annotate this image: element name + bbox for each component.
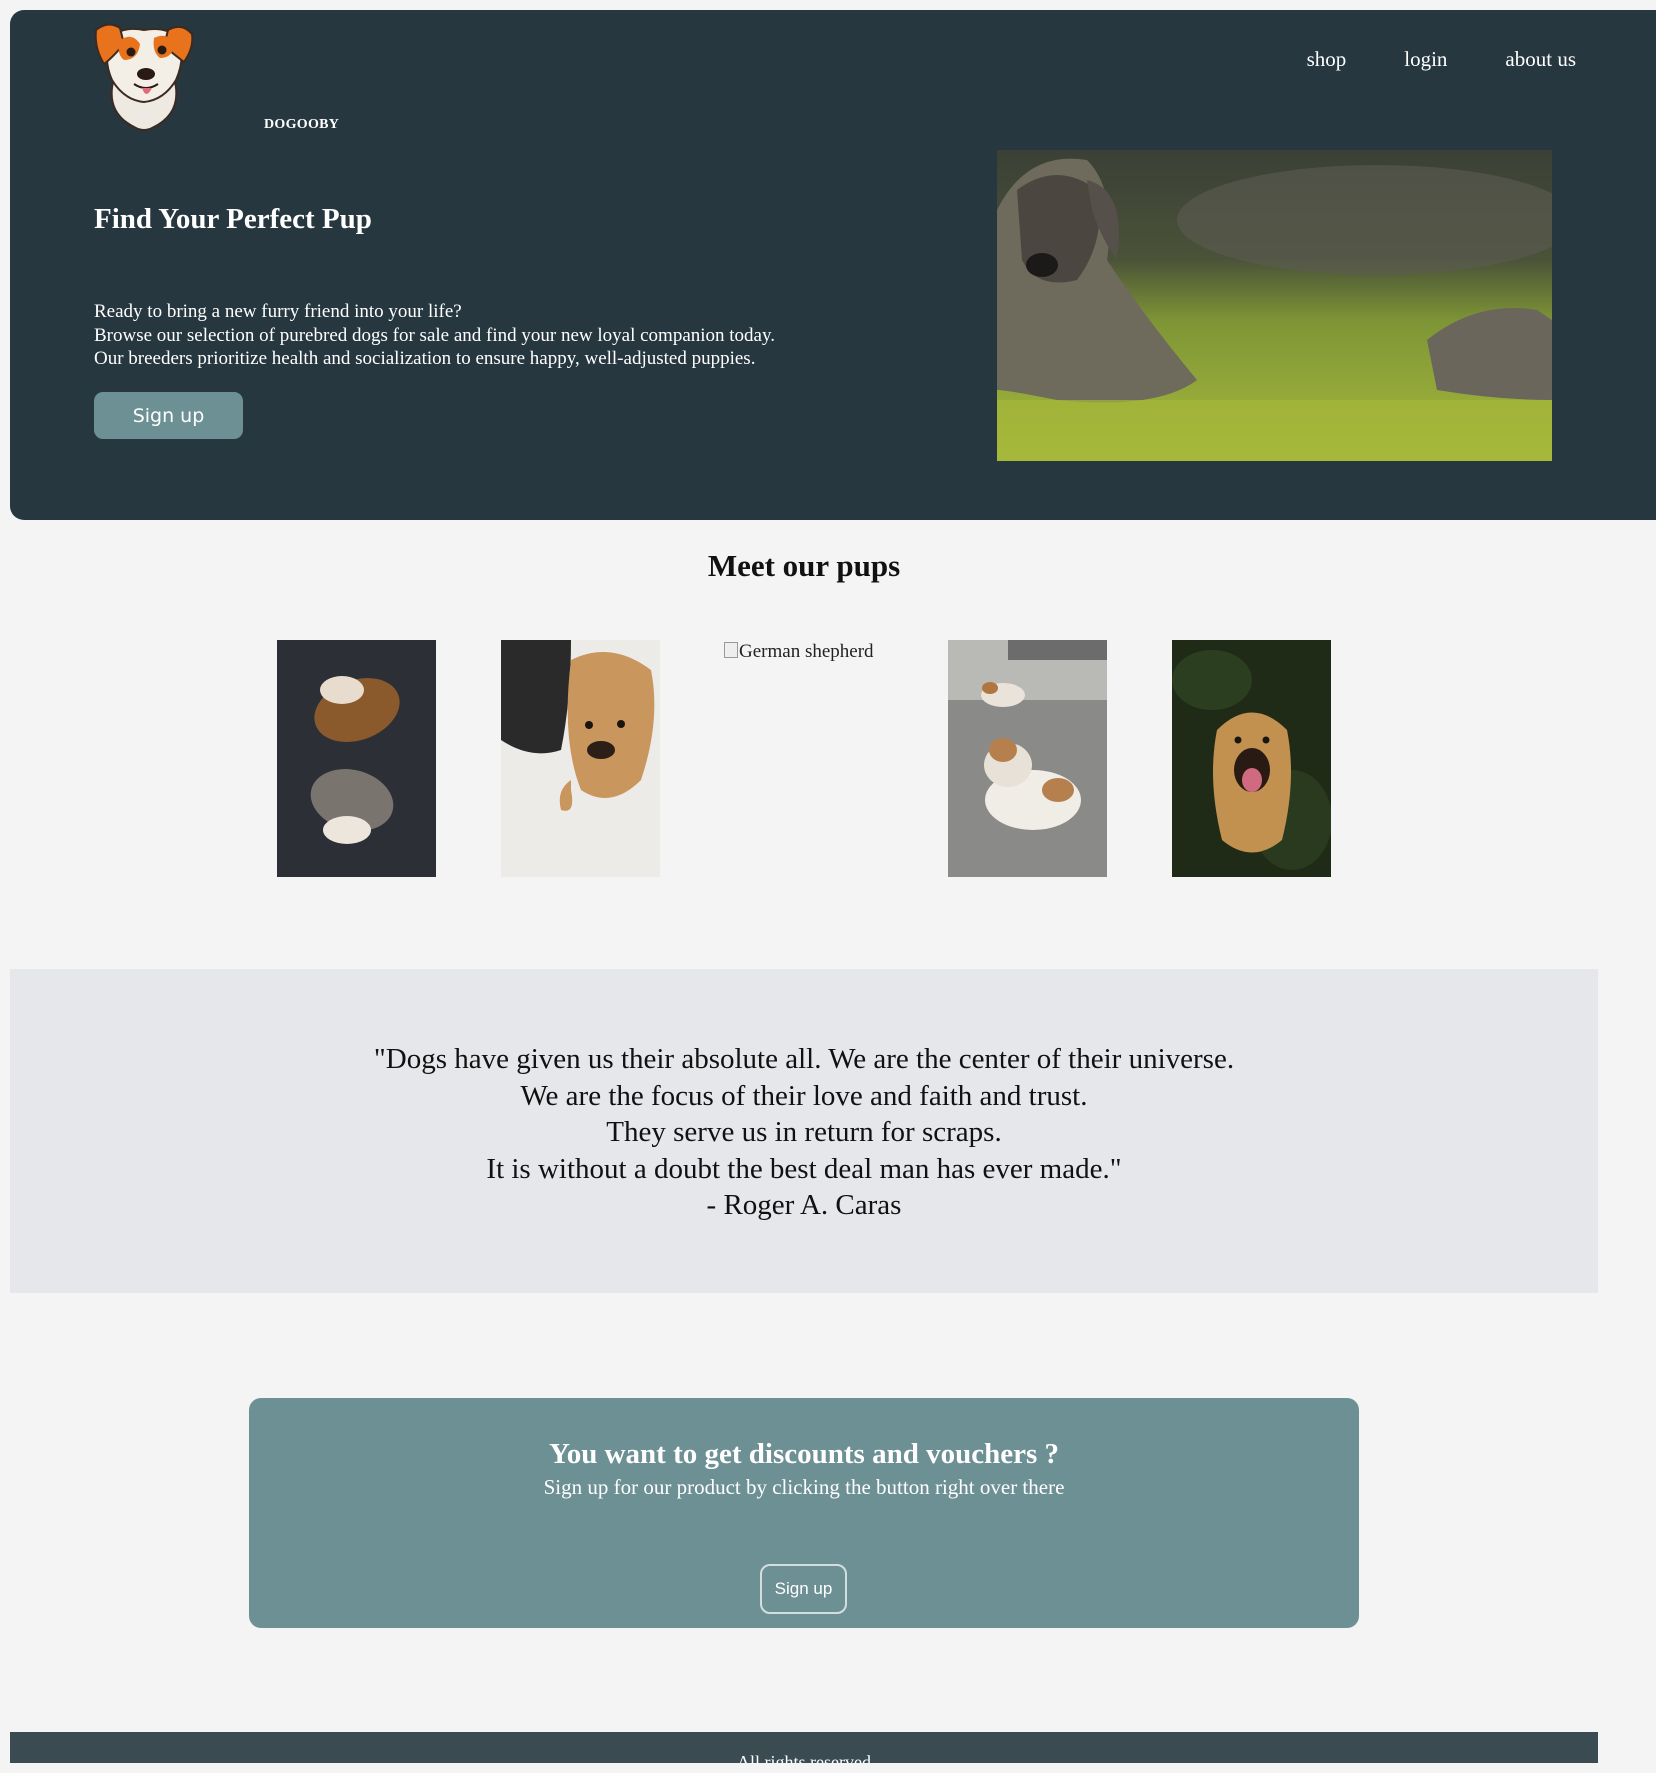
quote-line: It is without a doubt the best deal man …	[486, 1152, 1122, 1185]
broken-image-icon	[724, 642, 738, 658]
pup-photo-4[interactable]	[948, 640, 1107, 877]
hero-puppy-photo	[997, 150, 1552, 461]
quote-line: "Dogs have given us their absolute all. …	[373, 1043, 1235, 1075]
quote-author: - Roger A. Caras	[706, 1189, 902, 1221]
pup-photo-1[interactable]	[277, 640, 436, 877]
footer-text: All rights reserved	[737, 1752, 871, 1763]
cta-title: You want to get discounts and vouchers ?	[549, 1438, 1059, 1470]
nav-shop[interactable]: shop	[1307, 47, 1347, 72]
discount-cta-card: You want to get discounts and vouchers ?…	[249, 1398, 1359, 1628]
hero-title: Find Your Perfect Pup	[94, 203, 372, 235]
brand-name: DOGOOBY	[264, 117, 340, 132]
quote-line: They serve us in return for scraps.	[606, 1116, 1002, 1148]
pup-photo-2[interactable]	[501, 640, 660, 877]
pups-gallery: German shepherd	[0, 640, 1656, 878]
nav-about-us[interactable]: about us	[1505, 47, 1576, 72]
quote-line: We are the focus of their love and faith…	[520, 1079, 1088, 1112]
hero-line: Browse our selection of purebred dogs fo…	[94, 324, 776, 346]
cta-signup-button[interactable]: Sign up	[760, 1564, 847, 1614]
pup-alt-text: German shepherd	[739, 641, 874, 662]
hero-description: Ready to bring a new furry friend into y…	[94, 300, 775, 371]
meet-pups-title: Meet our pups	[707, 548, 901, 583]
hero-line: Our breeders prioritize health and socia…	[94, 348, 756, 369]
brand-logo[interactable]: DOGOOBY	[94, 18, 339, 148]
pup-photo-german-shepherd[interactable]: German shepherd	[724, 640, 883, 877]
cta-subtitle: Sign up for our product by clicking the …	[543, 1475, 1065, 1499]
hero-line: Ready to bring a new furry friend into y…	[94, 301, 462, 322]
hero-section: DOGOOBY shop login about us Find Your Pe…	[10, 10, 1656, 520]
hero-signup-button[interactable]: Sign up	[94, 392, 243, 439]
pup-photo-5[interactable]	[1172, 640, 1331, 877]
dog-logo-icon	[94, 23, 194, 131]
quote-text: "Dogs have given us their absolute all. …	[10, 1041, 1598, 1224]
footer: All rights reserved	[10, 1732, 1598, 1763]
main-nav: shop login about us	[1307, 47, 1576, 72]
nav-login[interactable]: login	[1404, 47, 1447, 72]
quote-section: "Dogs have given us their absolute all. …	[10, 969, 1598, 1293]
